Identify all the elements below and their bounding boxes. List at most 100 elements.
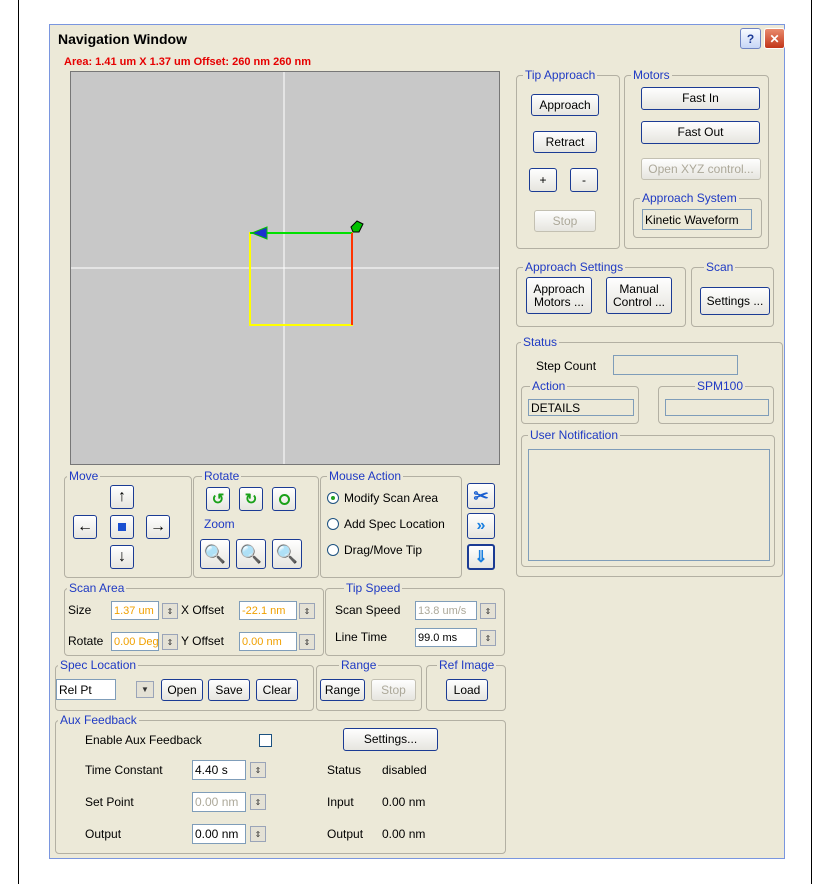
- fast-out-button[interactable]: Fast Out: [641, 121, 760, 144]
- plus-button[interactable]: +: [529, 168, 557, 192]
- mouse-action-label: Mouse Action: [327, 469, 404, 483]
- tip-position-marker-icon[interactable]: [350, 220, 364, 233]
- rotate-cw-button[interactable]: ↻: [239, 487, 263, 511]
- rotate-field[interactable]: 0.00 Deg: [111, 632, 159, 651]
- expand-down-button[interactable]: ⇓: [467, 544, 495, 570]
- approach-system-field: Kinetic Waveform: [642, 209, 752, 230]
- scan-speed-spinner[interactable]: ⇕: [480, 603, 496, 619]
- move-down-button[interactable]: ↓: [110, 545, 134, 569]
- range-label: Range: [339, 658, 379, 672]
- arrow-down-icon: ↓: [118, 548, 126, 565]
- rotate-ccw-button[interactable]: ↺: [206, 487, 230, 511]
- scan-direction-arrow-icon: [250, 226, 268, 240]
- retract-button[interactable]: Retract: [533, 131, 597, 153]
- center-square-icon: [118, 523, 126, 531]
- line-time-spinner[interactable]: ⇕: [480, 630, 496, 646]
- step-count-label: Step Count: [536, 359, 597, 373]
- size-spinner[interactable]: ⇕: [162, 603, 178, 619]
- navigation-canvas-svg: [71, 72, 499, 464]
- aux-settings-button[interactable]: Settings...: [343, 728, 438, 751]
- help-button[interactable]: ?: [740, 28, 761, 49]
- arrow-left-icon: ←: [77, 518, 93, 535]
- fast-forward-button[interactable]: »: [467, 513, 495, 539]
- fast-in-button[interactable]: Fast In: [641, 87, 760, 110]
- set-point-field[interactable]: 0.00 nm: [192, 792, 246, 812]
- spec-clear-button[interactable]: Clear: [256, 679, 298, 701]
- rotate-label: Rotate: [202, 469, 242, 483]
- approach-motors-button[interactable]: Approach Motors ...: [526, 277, 592, 314]
- arrow-up-icon: ↑: [118, 488, 126, 505]
- output-label: Output: [85, 827, 122, 841]
- rotate-cw-icon: ↻: [244, 491, 258, 508]
- move-left-button[interactable]: ←: [73, 515, 97, 539]
- minus-button[interactable]: -: [570, 168, 598, 192]
- rotate-reset-button[interactable]: [272, 487, 296, 511]
- time-constant-spinner[interactable]: ⇕: [250, 762, 266, 778]
- radio-modify-scan-area[interactable]: [327, 492, 339, 504]
- approach-button[interactable]: Approach: [531, 94, 599, 116]
- spm100-field: [665, 399, 769, 416]
- zoom-label: Zoom: [202, 517, 237, 531]
- tip-approach-label: Tip Approach: [523, 68, 598, 82]
- spec-location-select[interactable]: Rel Pt: [56, 679, 116, 700]
- rotate-ccw-icon: ↺: [211, 491, 225, 508]
- rotate-spinner[interactable]: ⇕: [162, 634, 178, 650]
- line-time-label: Line Time: [335, 630, 388, 644]
- radio-add-spec-location[interactable]: [327, 518, 339, 530]
- zoom-in-button[interactable]: 🔍: [236, 539, 266, 569]
- y-offset-spinner[interactable]: ⇕: [299, 634, 315, 650]
- chevron-down-icon[interactable]: ▼: [136, 681, 154, 698]
- ref-image-label: Ref Image: [437, 658, 497, 672]
- tip-speed-label: Tip Speed: [344, 581, 403, 595]
- move-right-button[interactable]: →: [146, 515, 170, 539]
- size-field[interactable]: 1.37 um: [111, 601, 159, 620]
- x-offset-label: X Offset: [181, 603, 225, 617]
- scan-area-box[interactable]: [249, 232, 353, 326]
- range-stop-button[interactable]: Stop: [371, 679, 416, 701]
- tools-icon: ✂: [473, 485, 489, 506]
- line-time-field[interactable]: 99.0 ms: [415, 628, 477, 647]
- tip-approach-stop-button[interactable]: Stop: [534, 210, 596, 232]
- spec-location-label: Spec Location: [58, 658, 139, 672]
- close-button[interactable]: ✕: [764, 28, 785, 49]
- spec-open-button[interactable]: Open: [161, 679, 203, 701]
- add-spec-location-label: Add Spec Location: [344, 517, 445, 531]
- enable-aux-feedback-label: Enable Aux Feedback: [85, 733, 202, 747]
- size-label: Size: [68, 603, 92, 617]
- radio-drag-move-tip[interactable]: [327, 544, 339, 556]
- step-count-field: [613, 355, 738, 375]
- action-field: DETAILS: [528, 399, 634, 416]
- open-xyz-control-button[interactable]: Open XYZ control...: [641, 158, 761, 180]
- set-point-spinner[interactable]: ⇕: [250, 794, 266, 810]
- zoom-fit-icon: 🔍: [275, 543, 299, 564]
- input-value: 0.00 nm: [382, 795, 426, 809]
- scan-area-label: Scan Area: [67, 581, 127, 595]
- move-up-button[interactable]: ↑: [110, 485, 134, 509]
- action-label: Action: [530, 379, 568, 393]
- y-offset-field[interactable]: 0.00 nm: [239, 632, 297, 651]
- zoom-fit-button[interactable]: 🔍: [272, 539, 302, 569]
- approach-motors-line1: Approach: [533, 281, 585, 296]
- drag-move-tip-label: Drag/Move Tip: [344, 543, 423, 557]
- range-button[interactable]: Range: [320, 679, 365, 701]
- output-spinner[interactable]: ⇕: [250, 826, 266, 842]
- output-field[interactable]: 0.00 nm: [192, 824, 246, 844]
- scan-speed-field[interactable]: 13.8 um/s: [415, 601, 477, 620]
- user-notification-label: User Notification: [528, 428, 621, 442]
- navigation-canvas[interactable]: [70, 71, 500, 465]
- move-center-button[interactable]: [110, 515, 134, 539]
- manual-control-button[interactable]: Manual Control ...: [606, 277, 672, 314]
- scan-settings-button[interactable]: Settings ...: [700, 287, 770, 315]
- user-notification-box: [528, 449, 770, 561]
- load-button[interactable]: Load: [446, 679, 488, 701]
- time-constant-field[interactable]: 4.40 s: [192, 760, 246, 780]
- tools-button[interactable]: ✂: [467, 483, 495, 509]
- x-offset-field[interactable]: -22.1 nm: [239, 601, 297, 620]
- scan-label: Scan: [704, 260, 736, 274]
- x-offset-spinner[interactable]: ⇕: [299, 603, 315, 619]
- approach-system-label: Approach System: [640, 191, 739, 205]
- spec-save-button[interactable]: Save: [208, 679, 250, 701]
- enable-aux-feedback-checkbox[interactable]: [259, 734, 272, 747]
- arrow-right-icon: →: [150, 518, 166, 535]
- zoom-out-button[interactable]: 🔍: [200, 539, 230, 569]
